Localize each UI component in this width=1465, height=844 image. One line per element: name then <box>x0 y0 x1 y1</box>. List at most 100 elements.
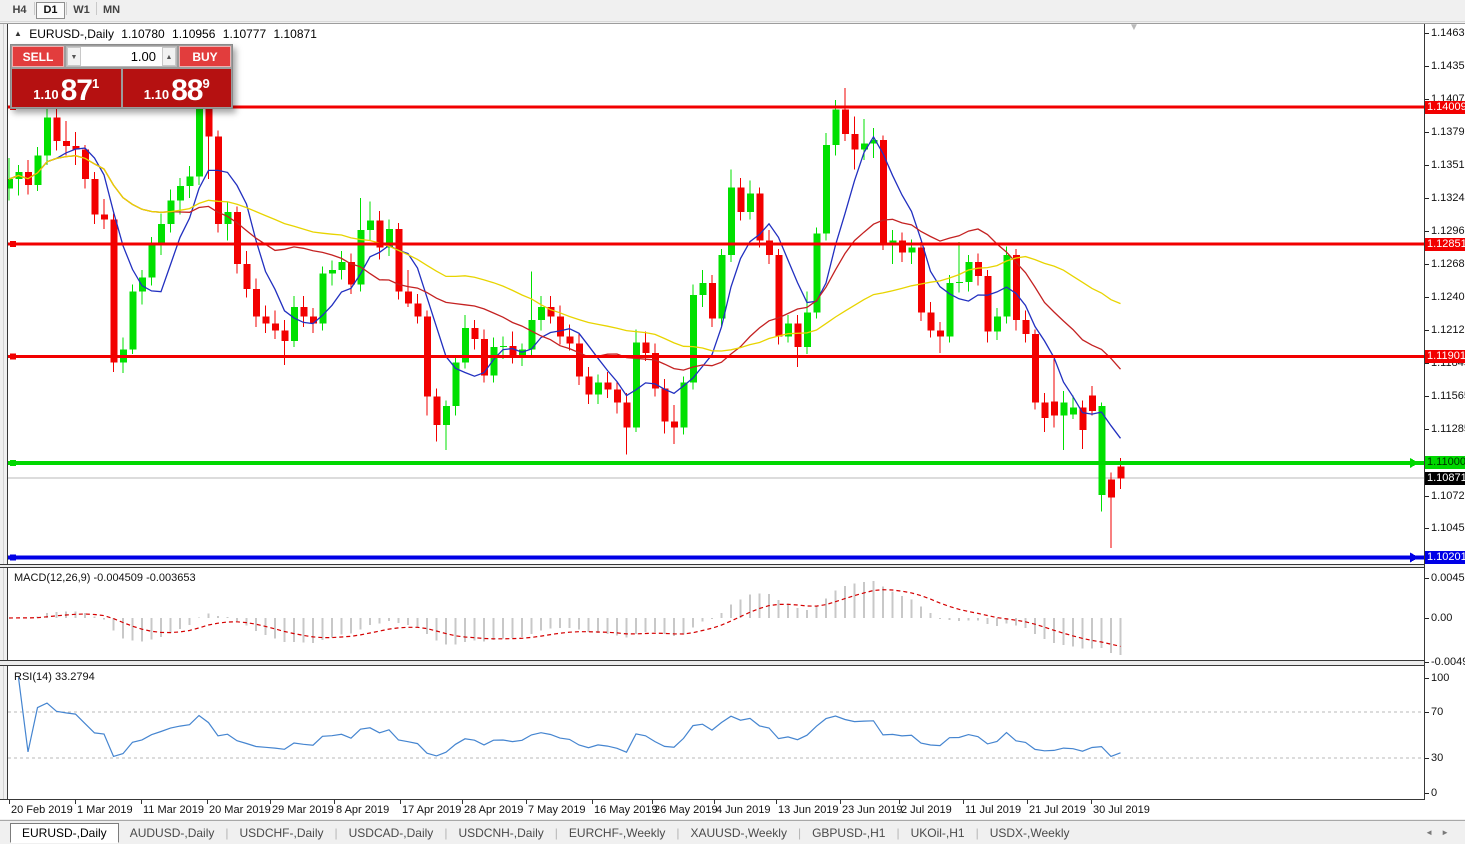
candle-down <box>1042 403 1049 418</box>
candle-up <box>595 383 602 395</box>
candle-down <box>567 336 574 343</box>
date-tick-mark <box>270 800 271 804</box>
candle-down <box>671 422 678 428</box>
tab-scroll-arrows[interactable]: ◄► <box>1425 828 1457 837</box>
autoscroll-end-marker-icon[interactable]: ▼ <box>1129 22 1139 33</box>
chart-tab-bar: EURUSD-,DailyAUDUSD-,Daily|USDCHF-,Daily… <box>0 820 1465 844</box>
candle-down <box>1089 396 1096 411</box>
tab-scroll-left-icon[interactable]: ◄ <box>1425 828 1441 837</box>
date-tick-label: 16 May 2019 <box>594 804 658 816</box>
volume-increase-button[interactable]: ▲ <box>162 47 176 66</box>
price-tick-label: 1.14355 <box>1431 60 1465 72</box>
macd-tick-mark <box>1425 618 1429 619</box>
collapse-panel-icon[interactable]: ▲ <box>14 29 22 38</box>
chart-tab-eurusd-daily[interactable]: EURUSD-,Daily <box>10 823 119 843</box>
date-tick-label: 11 Jul 2019 <box>965 804 1021 816</box>
date-tick-mark <box>462 800 463 804</box>
date-tick-mark <box>592 800 593 804</box>
toolbar-separator <box>34 2 35 15</box>
toolbar-separator <box>96 2 97 15</box>
rsi-chart[interactable] <box>8 666 1425 799</box>
rsi-tick-label: 70 <box>1431 706 1443 718</box>
price-tick-label: 1.10725 <box>1431 490 1465 502</box>
price-tick-mark <box>1425 198 1429 199</box>
volume-stepper[interactable]: ▼ ▲ <box>66 46 177 67</box>
chart-tab-usdcad-daily[interactable]: USDCAD-,Daily <box>338 823 445 843</box>
buy-price-big: 88 <box>171 77 202 105</box>
candle-down <box>852 134 859 149</box>
rsi-panel[interactable] <box>8 666 1425 799</box>
candle-up <box>947 283 954 336</box>
chart-tab-ukoil-h1[interactable]: UKOil-,H1 <box>900 823 976 843</box>
timeframe-button-d1[interactable]: D1 <box>36 2 65 19</box>
chart-tab-usdchf-daily[interactable]: USDCHF-,Daily <box>229 823 335 843</box>
moving-average-18 <box>9 156 1121 370</box>
candle-down <box>263 316 270 323</box>
timeframe-button-mn[interactable]: MN <box>98 2 125 19</box>
chart-tab-usdx-weekly[interactable]: USDX-,Weekly <box>979 823 1081 843</box>
date-tick-mark <box>1091 800 1092 804</box>
macd-panel[interactable] <box>8 568 1425 660</box>
date-tick-label: 7 May 2019 <box>528 804 585 816</box>
rsi-tick-mark <box>1425 678 1429 679</box>
timeframe-button-w1[interactable]: W1 <box>68 2 95 19</box>
price-label-chip: 1.10871 <box>1425 472 1465 485</box>
tab-scroll-right-icon[interactable]: ► <box>1441 828 1457 837</box>
candle-up <box>320 274 327 324</box>
price-label-chip: 1.12851 <box>1425 238 1465 251</box>
candle-down <box>605 383 612 390</box>
chart-tab-usdcnh-daily[interactable]: USDCNH-,Daily <box>447 823 554 843</box>
candle-up <box>833 109 840 144</box>
candle-down <box>985 276 992 332</box>
sell-button[interactable]: SELL <box>12 46 64 67</box>
volume-input[interactable] <box>81 48 162 65</box>
price-tick-label: 1.11565 <box>1431 390 1465 402</box>
macd-chart[interactable] <box>8 568 1425 660</box>
candle-down <box>614 390 621 403</box>
candle-up <box>139 277 146 291</box>
date-tick-mark <box>1027 800 1028 804</box>
buy-price-display[interactable]: 1.10 88 9 <box>123 69 232 107</box>
rsi-tick-label: 0 <box>1431 787 1437 799</box>
date-tick-label: 29 Mar 2019 <box>272 804 334 816</box>
date-tick-label: 20 Mar 2019 <box>209 804 271 816</box>
candle-up <box>130 291 137 349</box>
low-value: 1.10777 <box>223 27 266 41</box>
date-axis[interactable]: 20 Feb 20191 Mar 201911 Mar 201920 Mar 2… <box>0 800 1465 819</box>
candle-up <box>329 270 336 274</box>
price-tick-label: 1.11285 <box>1431 423 1465 435</box>
left-gutter <box>0 24 8 800</box>
date-tick-label: 26 May 2019 <box>654 804 718 816</box>
sell-price-display[interactable]: 1.10 87 1 <box>12 69 121 107</box>
moving-average-36 <box>9 156 1121 351</box>
rsi-label: RSI(14) 33.2794 <box>14 671 95 683</box>
candle-down <box>624 403 631 428</box>
sell-price-base: 1.10 <box>33 85 58 105</box>
candle-up <box>966 262 973 282</box>
date-tick-mark <box>714 800 715 804</box>
price-tick-mark <box>1425 396 1429 397</box>
candle-down <box>472 328 479 339</box>
candle-up <box>1061 403 1068 416</box>
price-tick-mark <box>1425 165 1429 166</box>
candle-up <box>177 186 184 200</box>
chart-tab-eurchf-weekly[interactable]: EURCHF-,Weekly <box>558 823 676 843</box>
volume-decrease-button[interactable]: ▼ <box>67 47 81 66</box>
chart-tab-audusd-daily[interactable]: AUDUSD-,Daily <box>119 823 226 843</box>
level-line-left-marker <box>10 241 16 247</box>
chart-tab-gbpusd-h1[interactable]: GBPUSD-,H1 <box>801 823 896 843</box>
candle-up <box>823 145 830 234</box>
buy-button[interactable]: BUY <box>179 46 231 67</box>
macd-tick-mark <box>1425 578 1429 579</box>
level-line-left-marker <box>10 460 16 466</box>
price-label-chip: 1.14009 <box>1425 101 1465 114</box>
price-tick-label: 1.13515 <box>1431 159 1465 171</box>
candle-up <box>187 177 194 186</box>
chart-tab-xauusd-weekly[interactable]: XAUUSD-,Weekly <box>679 823 797 843</box>
price-tick-mark <box>1425 528 1429 529</box>
macd-value: -0.004509 <box>93 572 143 584</box>
close-value: 1.10871 <box>274 27 317 41</box>
rsi-tick-mark <box>1425 758 1429 759</box>
level-line-left-marker <box>10 353 16 359</box>
timeframe-button-h4[interactable]: H4 <box>6 2 33 19</box>
